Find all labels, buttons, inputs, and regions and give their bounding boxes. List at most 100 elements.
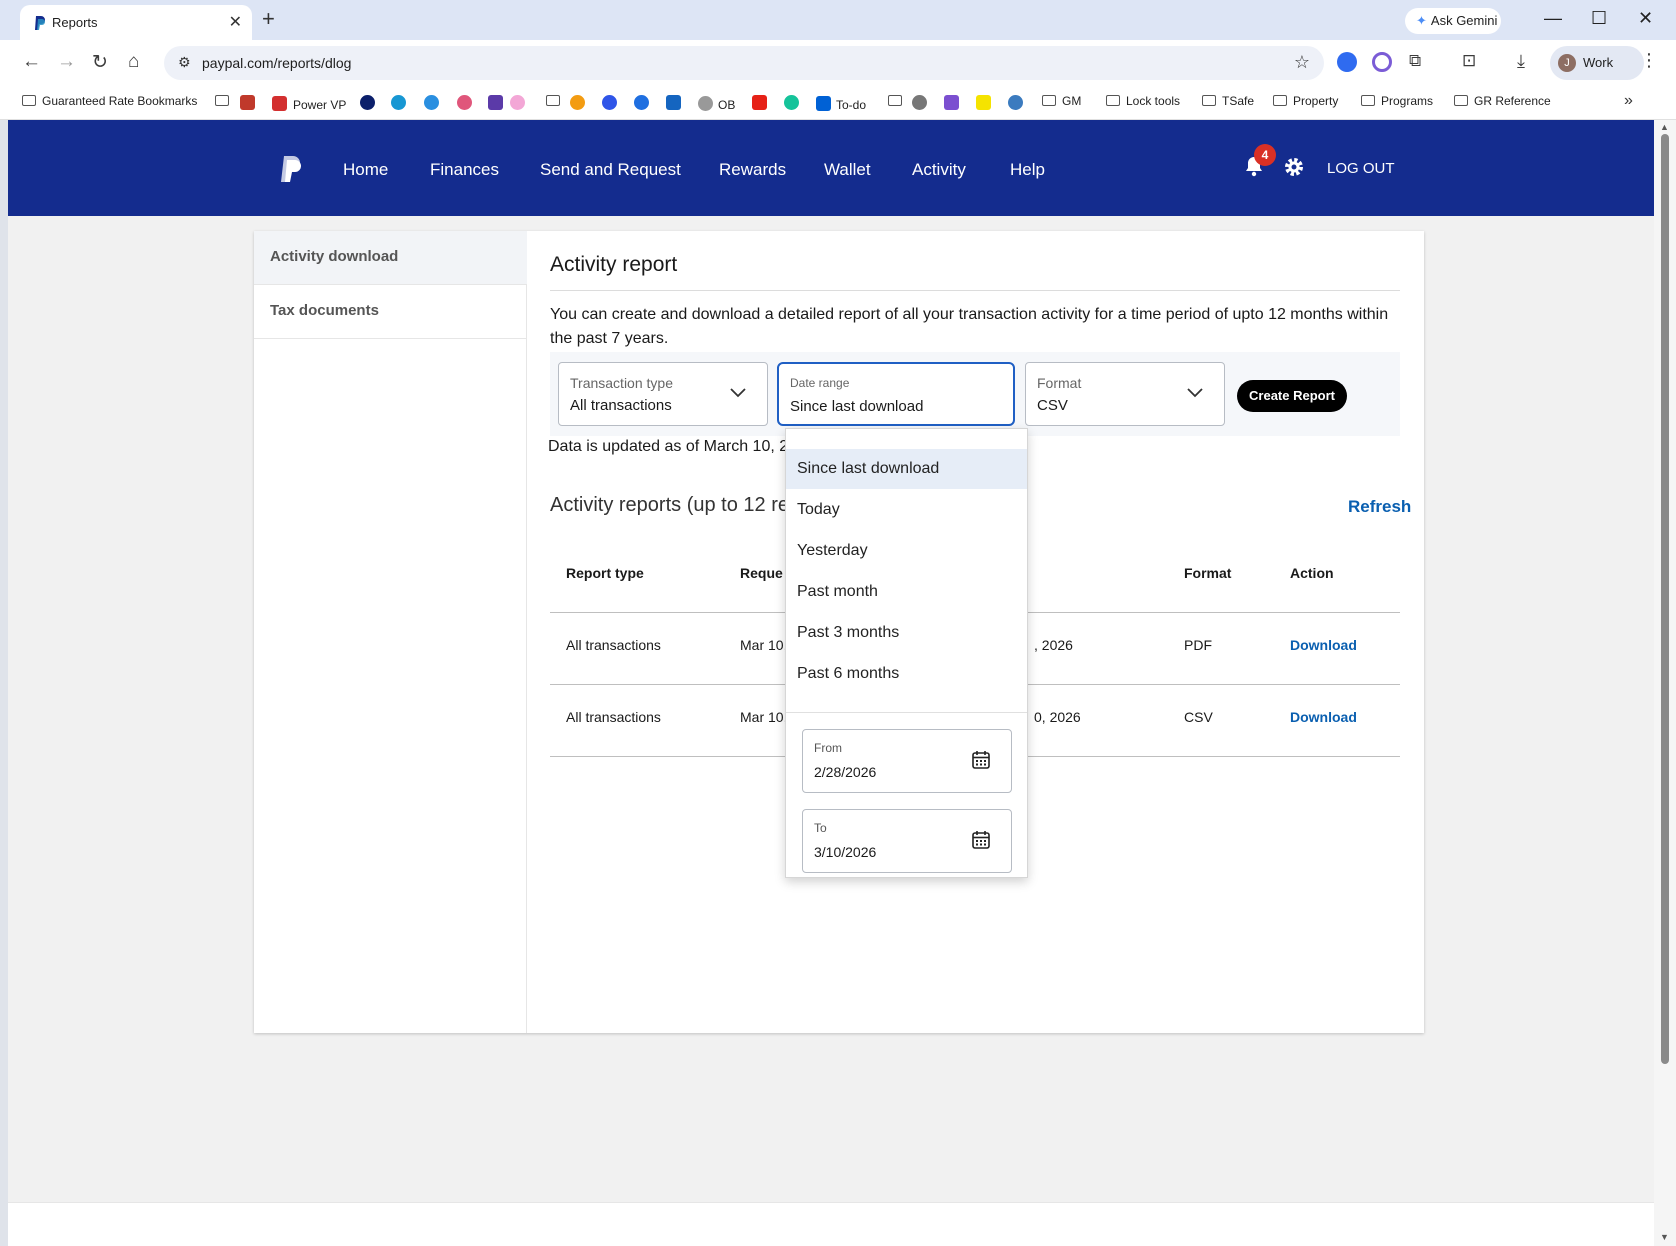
- bookmark-folder[interactable]: Programs: [1361, 94, 1433, 108]
- folder-icon: [546, 95, 560, 106]
- bookmark-folder[interactable]: Property: [1273, 94, 1338, 108]
- date-option-yesterday[interactable]: Yesterday: [786, 531, 1027, 571]
- browser-menu-icon[interactable]: ⋮: [1640, 50, 1658, 71]
- profile-button[interactable]: J Work: [1550, 46, 1644, 80]
- bookmark-star-icon[interactable]: ☆: [1294, 52, 1310, 73]
- from-date-field[interactable]: From 2/28/2026: [802, 729, 1012, 793]
- bookmark-label: Lock tools: [1126, 94, 1181, 108]
- settings-gear-icon[interactable]: [1283, 156, 1305, 178]
- reload-icon[interactable]: ↻: [92, 51, 108, 74]
- nav-home[interactable]: Home: [343, 160, 388, 180]
- scroll-up-icon[interactable]: ▲: [1660, 122, 1669, 132]
- date-option-past-month[interactable]: Past month: [786, 572, 1027, 612]
- tab-title: Reports: [52, 15, 98, 30]
- tab-close-icon[interactable]: ✕: [229, 12, 242, 32]
- site-info-icon[interactable]: ⚙: [178, 54, 191, 71]
- nav-rewards[interactable]: Rewards: [719, 160, 786, 180]
- extensions-puzzle-icon[interactable]: ⧉: [1409, 51, 1421, 71]
- date-option-today[interactable]: Today: [786, 490, 1027, 530]
- home-icon[interactable]: ⌂: [128, 51, 139, 73]
- profile-name: Work: [1583, 55, 1614, 70]
- dropdown-divider: [786, 712, 1027, 713]
- bookmarks-overflow-icon[interactable]: »: [1624, 92, 1633, 110]
- maximize-icon[interactable]: ☐: [1591, 8, 1607, 29]
- calendar-icon[interactable]: [971, 750, 991, 770]
- grammarly-icon[interactable]: [784, 95, 799, 110]
- date-range-label: Date range: [790, 376, 850, 390]
- refresh-link[interactable]: Refresh: [1348, 497, 1411, 517]
- nav-activity[interactable]: Activity: [912, 160, 966, 180]
- download-link[interactable]: Download: [1290, 637, 1357, 653]
- downloads-icon[interactable]: ⤓: [1517, 51, 1525, 72]
- tab-search-icon[interactable]: ⊡: [1462, 51, 1476, 71]
- to-date-field[interactable]: To 3/10/2026: [802, 809, 1012, 873]
- nav-wallet[interactable]: Wallet: [824, 160, 871, 180]
- transaction-type-select[interactable]: Transaction type All transactions: [558, 362, 768, 426]
- extension-g-icon[interactable]: [1372, 52, 1392, 72]
- forward-icon[interactable]: →: [57, 51, 76, 73]
- bookmark-label: Guaranteed Rate Bookmarks: [42, 94, 198, 108]
- nav-help[interactable]: Help: [1010, 160, 1045, 180]
- bookmark-favicon-icon[interactable]: [424, 95, 439, 110]
- scroll-down-icon[interactable]: ▼: [1660, 1232, 1669, 1242]
- bookmark-favicon-icon[interactable]: [634, 95, 649, 110]
- logout-link[interactable]: LOG OUT: [1327, 160, 1395, 177]
- bookmark-label: OB: [718, 98, 736, 112]
- bookmark-link[interactable]: OB: [698, 94, 735, 112]
- scrollbar-thumb[interactable]: [1661, 134, 1669, 1064]
- ask-gemini-button[interactable]: ✦ Ask Gemini: [1405, 8, 1501, 34]
- bookmark-favicon-icon[interactable]: [510, 95, 525, 110]
- minimize-icon[interactable]: —: [1544, 8, 1562, 29]
- bookmark-favicon-icon[interactable]: [457, 95, 472, 110]
- bookmark-favicon-icon[interactable]: [570, 95, 585, 110]
- bookmark-favicon-icon[interactable]: [391, 95, 406, 110]
- paypal-logo-icon[interactable]: [278, 154, 304, 184]
- address-bar[interactable]: ⚙ paypal.com/reports/dlog ☆: [164, 46, 1324, 80]
- date-option-past-3-months[interactable]: Past 3 months: [786, 613, 1027, 653]
- report-filter-bar: Transaction type All transactions Date r…: [550, 352, 1400, 436]
- bookmark-favicon-icon[interactable]: [1008, 95, 1023, 110]
- bookmark-folder[interactable]: [215, 94, 235, 108]
- bookmark-folder[interactable]: Guaranteed Rate Bookmarks: [22, 94, 197, 108]
- date-range-value: Since last download: [790, 398, 924, 415]
- sidebar-item-tax-documents[interactable]: Tax documents: [254, 285, 527, 339]
- bookmark-folder[interactable]: [888, 94, 908, 108]
- sidebar-item-activity-download[interactable]: Activity download: [254, 231, 527, 285]
- nav-send-and-request[interactable]: Send and Request: [540, 160, 681, 180]
- new-tab-icon[interactable]: +: [262, 6, 275, 32]
- bookmark-folder[interactable]: TSafe: [1202, 94, 1254, 108]
- bookmark-favicon-icon[interactable]: [912, 95, 927, 110]
- download-link[interactable]: Download: [1290, 709, 1357, 725]
- bookmark-folder[interactable]: [546, 94, 566, 108]
- page-scrollbar[interactable]: ▲ ▼: [1654, 120, 1676, 1246]
- bookmark-favicon-icon[interactable]: [488, 95, 503, 110]
- bookmark-favicon-icon[interactable]: [976, 95, 991, 110]
- bookmark-favicon-icon[interactable]: [602, 95, 617, 110]
- data-updated-text: Data is updated as of March 10, 2: [548, 438, 789, 455]
- bookmark-favicon-icon[interactable]: [944, 95, 959, 110]
- date-option-past-6-months[interactable]: Past 6 months: [786, 654, 1027, 694]
- format-select[interactable]: Format CSV: [1025, 362, 1225, 426]
- bookmark-link[interactable]: Power VP: [272, 94, 346, 112]
- nav-finances[interactable]: Finances: [430, 160, 499, 180]
- date-range-select[interactable]: Date range Since last download: [777, 362, 1015, 426]
- bookmark-folder[interactable]: GM: [1042, 94, 1081, 108]
- back-icon[interactable]: ←: [22, 51, 41, 73]
- extension-blue-icon[interactable]: [1337, 52, 1357, 72]
- bookmark-favicon-icon[interactable]: [240, 95, 255, 110]
- bookmark-favicon-icon[interactable]: [360, 95, 375, 110]
- window-close-icon[interactable]: ✕: [1638, 8, 1653, 29]
- create-report-button[interactable]: Create Report: [1237, 380, 1347, 412]
- power-vp-icon: [272, 96, 287, 111]
- bookmark-folder[interactable]: GR Reference: [1454, 94, 1551, 108]
- folder-icon: [1361, 95, 1375, 106]
- bookmark-folder[interactable]: Lock tools: [1106, 94, 1180, 108]
- browser-tab[interactable]: Reports ✕: [20, 5, 252, 40]
- bookmark-favicon-icon[interactable]: [666, 95, 681, 110]
- bookmark-link[interactable]: To-do: [816, 94, 866, 112]
- folder-icon: [215, 95, 229, 106]
- date-option-since-last-download[interactable]: Since last download: [786, 449, 1027, 489]
- calendar-icon[interactable]: [971, 830, 991, 850]
- browser-tabstrip: Reports ✕ + ✦ Ask Gemini — ☐ ✕: [0, 0, 1676, 40]
- youtube-icon[interactable]: [752, 95, 767, 110]
